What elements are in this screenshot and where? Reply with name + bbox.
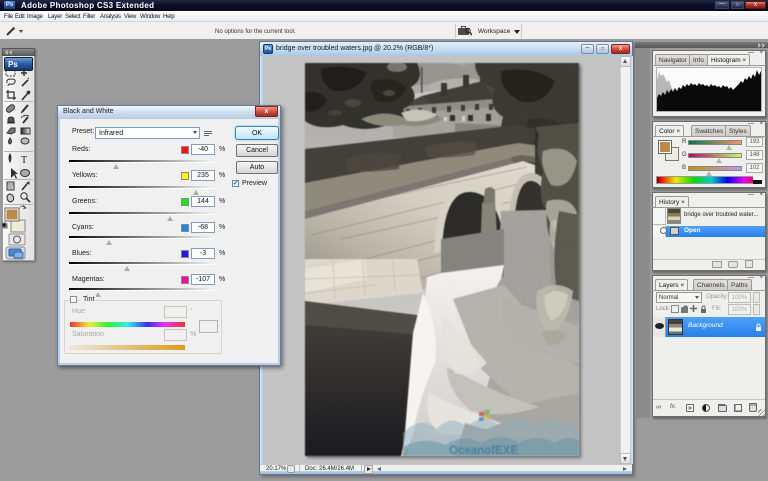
svg-text:T: T — [21, 155, 27, 166]
